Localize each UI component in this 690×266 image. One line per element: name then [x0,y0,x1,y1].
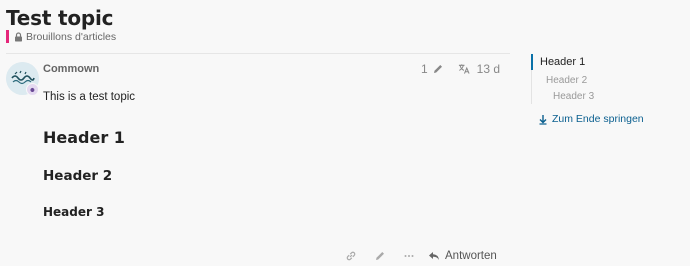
lock-icon [14,31,23,42]
link-button[interactable] [342,248,360,264]
toc-item-header-1[interactable]: Header 1 [540,56,585,68]
post-actions: Antworten [342,248,497,264]
reply-label: Antworten [445,250,497,262]
post-username[interactable]: Commown [43,63,99,75]
more-icon [403,250,415,262]
category-badge[interactable]: Brouillons d'articles [6,30,116,43]
pencil-icon[interactable] [432,63,444,75]
post-body-text: This is a test topic [43,91,136,103]
edit-button[interactable] [371,248,389,264]
toc-item-header-2[interactable]: Header 2 [546,75,587,86]
toc-track [531,70,532,104]
reply-icon [428,250,440,262]
arrow-down-icon [538,114,548,125]
category-name: Brouillons d'articles [26,30,117,43]
post-header-1: Header 1 [43,128,125,147]
avatar-badge: ⬤ [26,83,39,96]
pencil-icon [374,250,386,262]
toc-active-marker [531,54,533,70]
more-button[interactable] [400,248,418,264]
jump-label: Zum Ende springen [552,113,644,125]
toc-item-header-3[interactable]: Header 3 [553,91,594,102]
post-header-3: Header 3 [43,205,105,219]
edit-count[interactable]: 1 [421,62,428,76]
post-age[interactable]: 13 d [477,62,500,76]
reply-button[interactable]: Antworten [428,248,497,264]
post-header-2: Header 2 [43,168,113,184]
link-icon [345,250,357,262]
post-meta: 1 13 d [421,62,500,76]
jump-to-bottom-link[interactable]: Zum Ende springen [538,113,644,125]
topic-divider [6,53,510,54]
topic-title: Test topic [6,6,114,30]
translate-icon[interactable] [458,63,470,75]
category-color-bar [6,30,9,43]
